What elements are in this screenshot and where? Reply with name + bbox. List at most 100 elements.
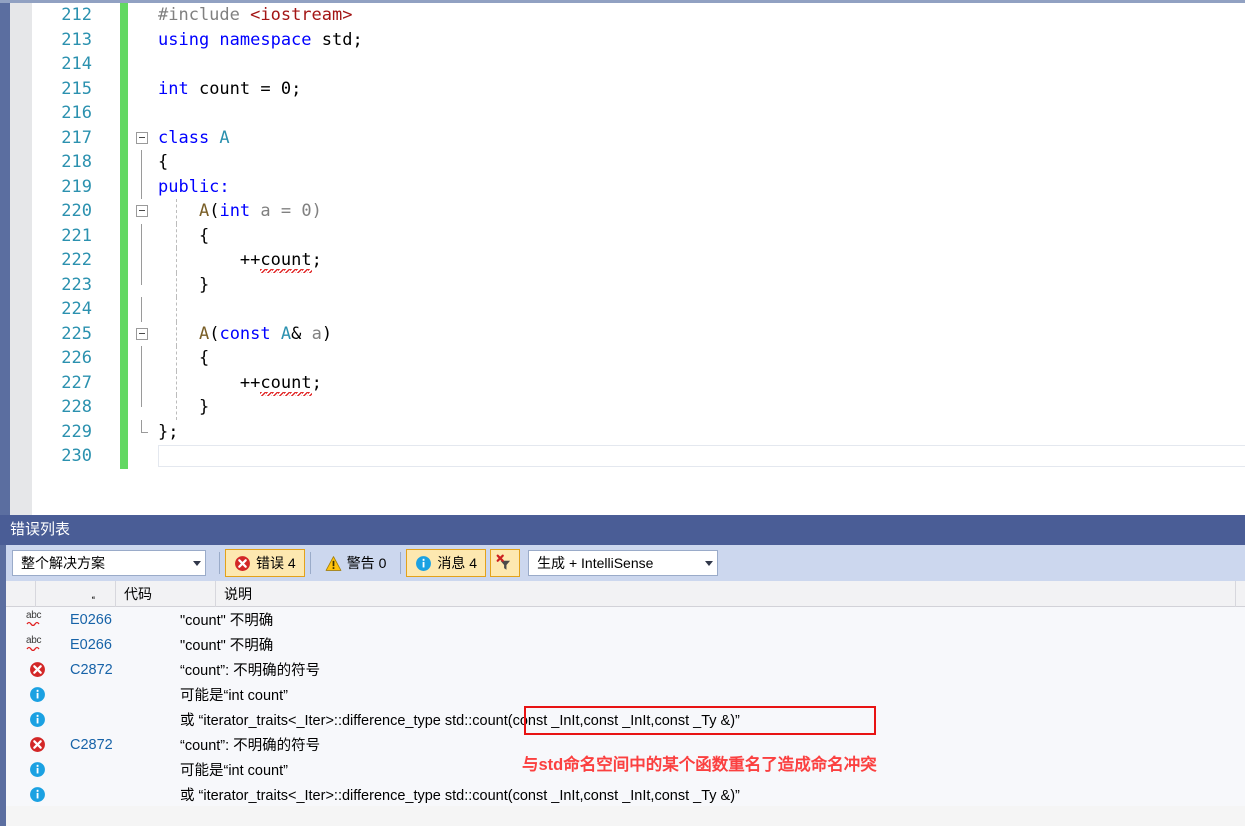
line-number: 222 [61,250,92,270]
line-number: 217 [61,127,92,148]
filter-messages-label: 消息 4 [437,555,478,571]
table-row[interactable]: abc E0266 "count" 不明确 [6,632,1245,657]
editor-text-area[interactable]: 212 #include <iostream> 213 using namesp… [32,3,1245,515]
const-keyword: const [219,323,271,344]
toolbar-separator [400,552,402,574]
code-line[interactable]: 214 [32,52,1245,77]
int-keyword: int [158,78,189,99]
code-line[interactable]: 227 ++count; [32,370,1245,396]
row-description: "count" 不明确 [180,613,274,629]
fold-column[interactable] [132,28,158,53]
open-brace: { [198,348,210,368]
collapse-minus-icon[interactable] [136,327,148,340]
chevron-down-icon [193,560,201,566]
fold-column[interactable] [132,272,158,298]
class-end-brace: }; [158,421,179,442]
param-default: a = 0) [250,201,322,221]
code-line[interactable]: 223 } [32,272,1245,298]
change-bar [120,248,128,273]
table-row[interactable]: 可能是“int count” [6,682,1245,707]
table-row[interactable]: 或 “iterator_traits<_Iter>::difference_ty… [6,707,1245,732]
code-line[interactable]: 218 { [32,150,1245,175]
code-line[interactable]: 212 #include <iostream> [32,3,1245,28]
fold-column[interactable] [132,174,158,199]
access-specifier: public: [158,176,230,197]
filter-messages-button[interactable]: 消息 4 [406,549,487,577]
fold-column[interactable] [132,370,158,395]
fold-column[interactable] [132,199,158,224]
row-description: “count”: 不明确的符号 [180,663,321,679]
column-header-code[interactable]: 代码 [116,580,216,607]
error-list-rows[interactable]: abc E0266 "count" 不明确 abc E0266 "count" … [6,607,1245,826]
fold-guide-line [141,297,142,322]
code-line[interactable]: 215 int count = 0; [32,76,1245,102]
build-filter-dropdown[interactable]: 生成 + IntelliSense [528,550,719,576]
column-header-blank[interactable] [6,580,36,607]
paren-open: ( [209,201,220,221]
fold-guide-line [141,395,142,407]
table-row[interactable]: 或 “iterator_traits<_Iter>::difference_ty… [6,782,1245,807]
fold-column[interactable] [132,322,158,347]
change-bar [120,223,128,248]
code-line[interactable]: 221 { [32,223,1245,248]
change-bar [120,370,128,395]
code-line[interactable]: 220 A(int a = 0) [32,199,1245,224]
fold-column[interactable] [132,395,158,420]
fold-column[interactable] [132,346,158,371]
column-header-severity[interactable]: ⁌ [36,580,116,607]
close-brace: } [198,274,210,295]
code-text: int count = 0; [158,77,301,102]
row-severity-icon [6,786,68,803]
collapse-minus-icon[interactable] [136,131,148,144]
scope-filter-dropdown[interactable]: 整个解决方案 [12,550,206,576]
fold-column[interactable] [132,126,158,151]
editor-gutter[interactable] [10,3,32,515]
change-bar [120,346,128,371]
code-line[interactable]: 216 [32,101,1245,126]
fold-column[interactable] [132,101,158,126]
code-text: ++count; [158,371,322,396]
filter-warnings-button[interactable]: 警告 0 [316,549,396,577]
fold-column[interactable] [132,444,158,469]
fold-column[interactable] [132,150,158,175]
row-code: E0266 [70,611,112,628]
error-circle-icon [235,555,250,571]
filter-errors-button[interactable]: 错误 4 [225,549,305,577]
semicolon: ; [311,372,322,393]
code-line[interactable]: 226 { [32,346,1245,371]
code-line[interactable]: 224 [32,297,1245,322]
code-line[interactable]: 225 A(const A& a) [32,321,1245,347]
clear-filter-button[interactable] [490,549,521,577]
fold-guide-line [141,272,142,285]
toolbar-separator [219,552,220,574]
table-row[interactable]: abc E0266 "count" 不明确 [6,607,1245,632]
warning-triangle-icon [325,555,342,571]
fold-column[interactable] [132,297,158,322]
row-severity-icon [6,761,68,778]
reference-operator: & [291,323,312,344]
row-description: 可能是“int count” [180,688,288,704]
semicolon: ; [311,250,322,270]
fold-column[interactable] [132,77,158,102]
code-text: ++count; [158,248,322,273]
code-line[interactable]: 213 using namespace std; [32,27,1245,53]
line-number: 223 [61,274,92,295]
fold-column[interactable] [132,248,158,273]
fold-column[interactable] [132,223,158,248]
code-line[interactable]: 219 public: [32,174,1245,199]
column-header-description[interactable]: 说明 [216,580,1236,607]
code-text: { [158,150,168,175]
fold-column[interactable] [132,3,158,28]
error-list-column-headers: ⁌ 代码 说明 [6,580,1245,607]
code-line[interactable]: 228 } [32,395,1245,420]
table-row[interactable]: C2872 “count”: 不明确的符号 [6,657,1245,682]
code-editor[interactable]: 212 #include <iostream> 213 using namesp… [0,3,1245,515]
fold-column[interactable] [132,419,158,445]
fold-column[interactable] [132,52,158,77]
code-line[interactable]: 217 class A [32,125,1245,151]
code-line-current[interactable]: 230 [32,444,1245,469]
code-line[interactable]: 222 ++count; [32,248,1245,273]
collapse-minus-icon[interactable] [136,205,148,217]
code-line[interactable]: 229 }; [32,419,1245,445]
code-text: A(const A& a) [158,322,332,347]
